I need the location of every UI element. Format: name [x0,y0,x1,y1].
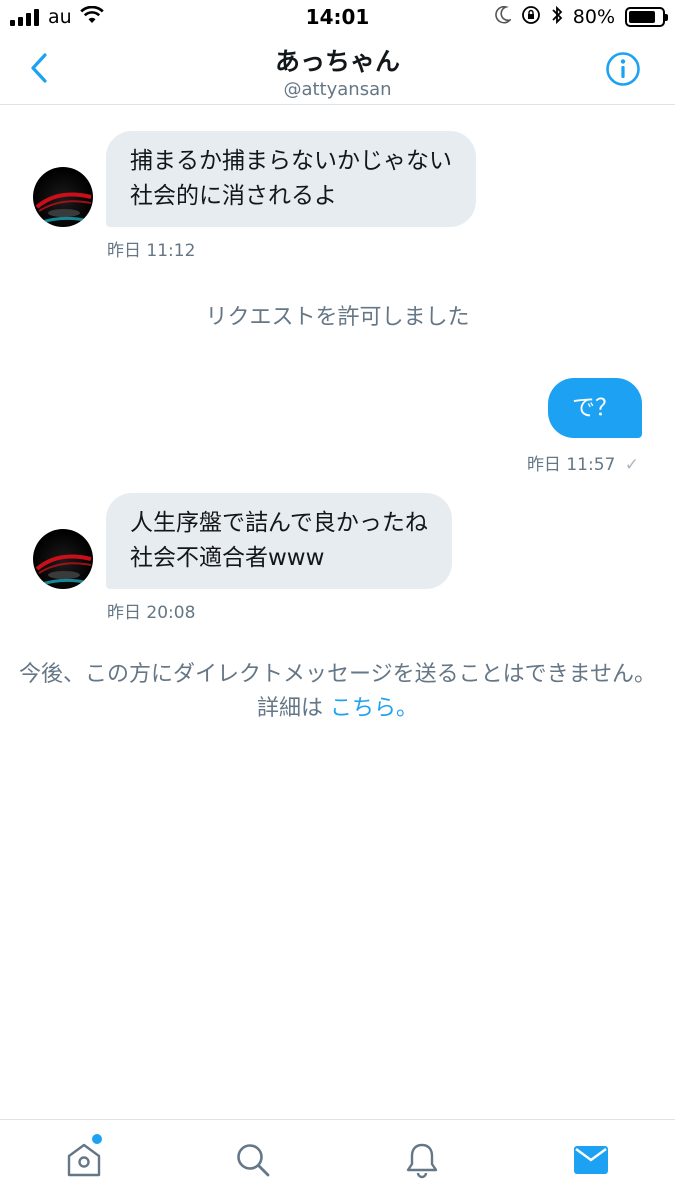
sender-avatar[interactable] [33,167,93,227]
status-bar: au 14:01 80% [0,0,675,36]
bluetooth-icon [551,5,563,29]
bottom-tab-bar [0,1119,675,1200]
info-button[interactable] [605,51,641,87]
home-badge-dot [92,1134,102,1144]
incoming-message-bubble[interactable]: 人生序盤で詰んで良かったね 社会不適合者www [106,493,452,589]
incoming-message-bubble[interactable]: 捕まるか捕まらないかじゃない 社会的に消されるよ [106,131,476,227]
battery-icon [625,7,668,27]
message-timestamp: 昨日 20:08 [107,603,196,623]
timestamp-text: 昨日 11:57 [526,455,616,475]
bell-icon [406,1143,438,1179]
battery-level [629,11,655,23]
conversation-header: あっちゃん @attyansan [0,36,675,105]
mail-icon [573,1146,608,1174]
orientation-lock-icon [521,5,541,29]
avatar-image [35,192,92,225]
message-timestamp: 昨日 11:12 [107,241,196,261]
conversation-title: あっちゃん [274,47,400,76]
info-icon [606,52,640,86]
message-text: で？ [572,395,618,421]
avatar-image [35,554,92,587]
message-text-line: 捕まるか捕まらないかじゃない [130,148,452,174]
sent-check-icon: ✓ [624,455,639,475]
tab-messages[interactable] [506,1120,675,1200]
notice-details-link[interactable]: こちら。 [330,696,418,721]
system-message: リクエストを許可しました [205,305,470,330]
status-bar-right: 80% [495,5,668,29]
tab-search[interactable] [169,1120,338,1200]
home-icon [68,1143,101,1177]
battery-percentage: 80% [572,6,615,28]
message-text-line: 社会的に消されるよ [130,183,337,209]
conversation-handle: @attyansan [283,79,392,100]
message-text-line: 社会不適合者www [130,545,325,571]
sender-avatar[interactable] [33,529,93,589]
dm-restriction-notice: 今後、この方にダイレクトメッセージを送ることはできません。詳細は こちら。 [12,658,663,726]
search-icon [237,1144,270,1177]
message-timestamp: 昨日 11:57 ✓ [527,450,639,475]
header-title-block[interactable]: あっちゃん @attyansan [0,42,675,100]
moon-icon [495,5,513,28]
tab-notifications[interactable] [338,1120,507,1200]
tab-home[interactable] [0,1120,169,1200]
message-text-line: 人生序盤で詰んで良かったね [130,510,428,536]
outgoing-message-bubble[interactable]: で？ [548,378,642,438]
